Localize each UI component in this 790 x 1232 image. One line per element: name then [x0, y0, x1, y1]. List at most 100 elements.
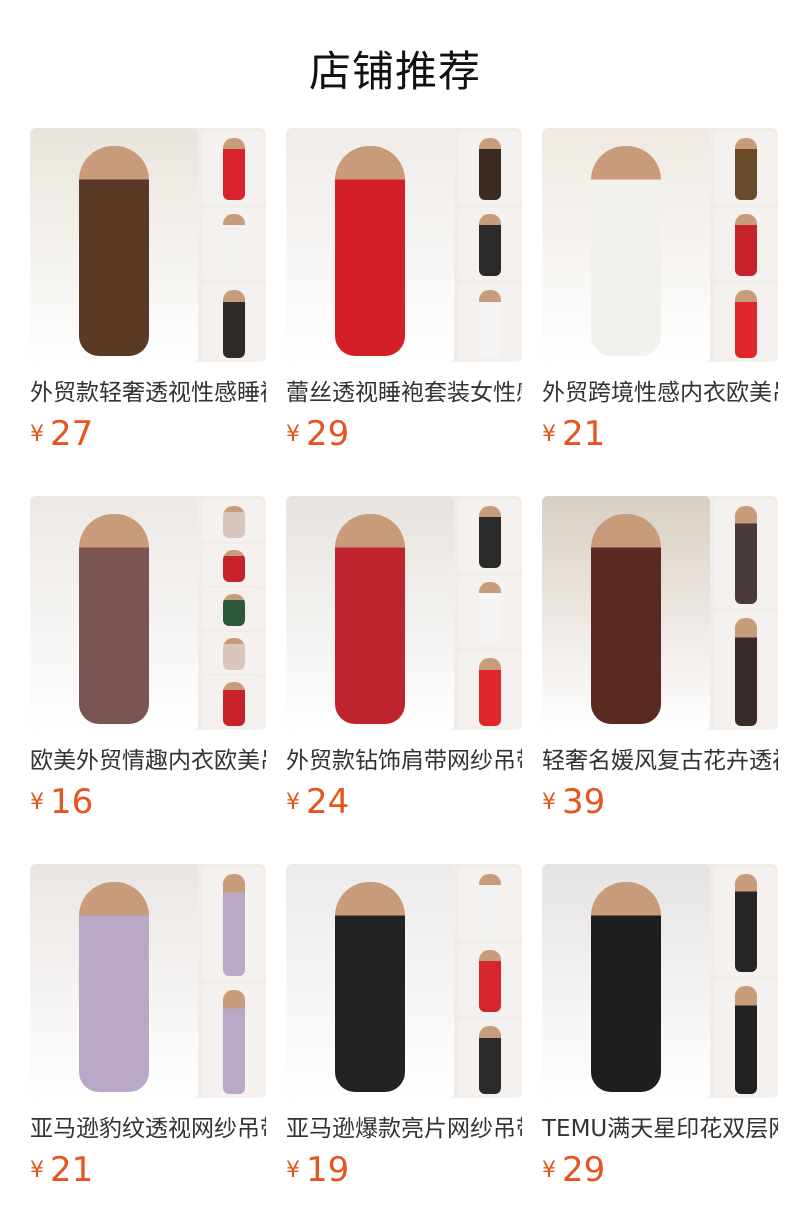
product-side-photo	[714, 500, 778, 608]
product-price: ¥24	[286, 780, 349, 824]
product-image[interactable]	[542, 496, 778, 730]
product-price: ¥27	[30, 412, 93, 456]
product-image[interactable]	[30, 496, 266, 730]
model-figure	[591, 146, 661, 356]
model-figure	[335, 146, 405, 356]
product-side-photo	[458, 868, 522, 940]
product-side-photo	[714, 208, 778, 280]
product-title[interactable]: 亚马逊豹纹透视网纱吊带裙	[30, 1112, 266, 1146]
product-title[interactable]: 外贸款轻奢透视性感睡袍	[30, 376, 266, 410]
model-figure	[223, 214, 245, 276]
price-value: 24	[306, 782, 350, 822]
product-side-photo	[714, 980, 778, 1098]
product-side-photo	[714, 868, 778, 976]
product-side-photo	[202, 544, 266, 586]
price-value: 29	[306, 414, 350, 454]
product-side-photo	[458, 284, 522, 362]
product-grid: 外贸款轻奢透视性感睡袍¥27蕾丝透视睡袍套装女性感¥29外贸跨境性感内衣欧美吊带…	[30, 128, 780, 1232]
currency-symbol: ¥	[286, 790, 300, 815]
product-side-photo	[458, 1020, 522, 1098]
price-value: 29	[562, 1150, 606, 1190]
product-title[interactable]: 蕾丝透视睡袍套装女性感	[286, 376, 522, 410]
product-side-photo	[458, 132, 522, 204]
product-title[interactable]: 轻奢名媛风复古花卉透视睡袍	[542, 744, 778, 778]
currency-symbol: ¥	[286, 1158, 300, 1183]
model-figure	[223, 990, 245, 1094]
price-value: 39	[562, 782, 606, 822]
product-card[interactable]: 外贸跨境性感内衣欧美吊带¥21	[542, 128, 778, 496]
product-image[interactable]	[30, 864, 266, 1098]
product-card[interactable]: 欧美外贸情趣内衣欧美吊带 ¥16	[30, 496, 266, 864]
product-main-photo	[286, 128, 454, 362]
product-side-photo	[202, 984, 266, 1098]
product-image[interactable]	[542, 864, 778, 1098]
product-image[interactable]	[286, 128, 522, 362]
product-price: ¥21	[542, 412, 605, 456]
model-figure	[223, 874, 245, 976]
product-title[interactable]: 外贸款钻饰肩带网纱吊带裙	[286, 744, 522, 778]
product-main-photo	[542, 496, 710, 730]
product-side-photo	[202, 868, 266, 980]
model-figure	[735, 506, 757, 604]
product-side-photo	[202, 284, 266, 362]
model-figure	[479, 582, 501, 644]
model-figure	[735, 290, 757, 358]
model-figure	[591, 514, 661, 724]
store-recommendations-page: 店铺推荐 外贸款轻奢透视性感睡袍 ¥27 蕾丝透视睡袍套装女性感 ¥29 外贸跨境性感内…	[0, 0, 790, 1232]
product-price: ¥39	[542, 780, 605, 824]
model-figure	[335, 882, 405, 1092]
model-figure	[223, 550, 245, 582]
product-side-photo	[202, 588, 266, 630]
model-figure	[223, 506, 245, 538]
model-figure	[479, 658, 501, 726]
price-value: 21	[50, 1150, 94, 1190]
model-figure	[479, 506, 501, 568]
price-value: 27	[50, 414, 94, 454]
product-title[interactable]: TEMU满天星印花双层网纱裙	[542, 1112, 778, 1146]
product-price: ¥21	[30, 1148, 93, 1192]
product-side-photo	[714, 612, 778, 730]
product-title[interactable]: 外贸跨境性感内衣欧美吊带	[542, 376, 778, 410]
product-card[interactable]: 蕾丝透视睡袍套装女性感 ¥29	[286, 128, 522, 496]
currency-symbol: ¥	[30, 422, 44, 447]
price-value: 16	[50, 782, 94, 822]
product-card[interactable]: 亚马逊爆款亮片网纱吊带裙¥19	[286, 864, 522, 1232]
product-side-photo	[458, 944, 522, 1016]
model-figure	[223, 638, 245, 670]
model-figure	[479, 874, 501, 936]
model-figure	[79, 514, 149, 724]
model-figure	[79, 882, 149, 1092]
currency-symbol: ¥	[542, 1158, 556, 1183]
product-side-photo	[202, 632, 266, 674]
product-main-photo	[30, 496, 198, 730]
product-title[interactable]: 欧美外贸情趣内衣欧美吊带	[30, 744, 266, 778]
product-title[interactable]: 亚马逊爆款亮片网纱吊带裙	[286, 1112, 522, 1146]
model-figure	[223, 138, 245, 200]
product-card[interactable]: 外贸款钻饰肩带网纱吊带裙¥24	[286, 496, 522, 864]
product-side-photo	[202, 132, 266, 204]
product-side-photo	[714, 284, 778, 362]
model-figure	[735, 138, 757, 200]
currency-symbol: ¥	[30, 1158, 44, 1183]
product-card[interactable]: 亚马逊豹纹透视网纱吊带裙¥21	[30, 864, 266, 1232]
product-main-photo	[286, 864, 454, 1098]
model-figure	[735, 618, 757, 726]
product-main-photo	[286, 496, 454, 730]
product-image[interactable]	[286, 496, 522, 730]
product-side-photo	[458, 652, 522, 730]
section-title: 店铺推荐	[308, 47, 481, 96]
model-figure	[335, 514, 405, 724]
product-card[interactable]: 轻奢名媛风复古花卉透视睡袍¥39	[542, 496, 778, 864]
product-main-photo	[30, 128, 198, 362]
currency-symbol: ¥	[30, 790, 44, 815]
product-main-photo	[30, 864, 198, 1098]
product-image[interactable]	[30, 128, 266, 362]
currency-symbol: ¥	[542, 790, 556, 815]
model-figure	[479, 950, 501, 1012]
product-side-photo	[458, 500, 522, 572]
product-card[interactable]: 外贸款轻奢透视性感睡袍 ¥27	[30, 128, 266, 496]
product-image[interactable]	[286, 864, 522, 1098]
product-card[interactable]: TEMU满天星印花双层网纱裙 ¥29	[542, 864, 778, 1232]
price-value: 21	[562, 414, 606, 454]
product-image[interactable]	[542, 128, 778, 362]
